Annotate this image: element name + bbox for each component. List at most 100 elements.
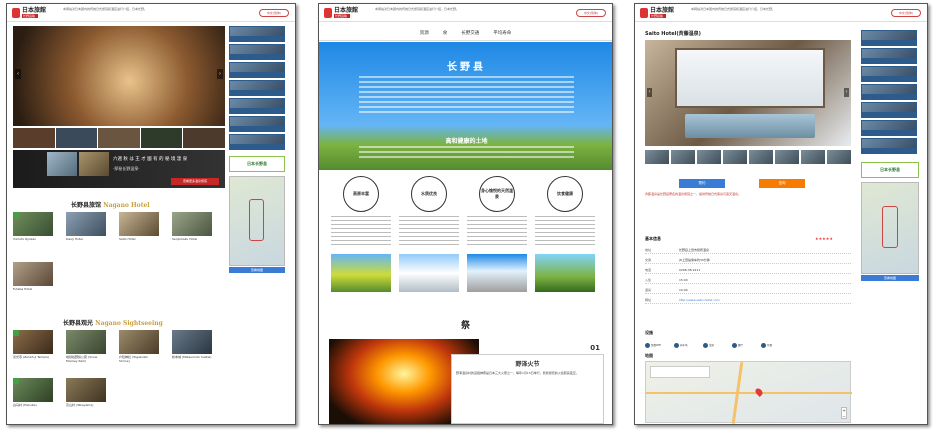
inquiry-button[interactable]: 咨询 <box>759 179 805 188</box>
sight-card[interactable]: 白马村 (Hakuba) <box>13 378 53 418</box>
hero-food-image[interactable] <box>13 26 225 126</box>
wifi-icon <box>645 342 650 348</box>
nav-item-transport[interactable]: 长野交通 <box>461 27 479 40</box>
no-smoking-icon <box>761 342 766 348</box>
rating-stars: ★★★★★ <box>815 236 833 241</box>
info-row: 退房 10:00 <box>645 286 851 294</box>
gallery-thumb[interactable] <box>645 150 669 164</box>
hotel-location-map[interactable]: + − <box>645 361 852 424</box>
feature-text <box>331 216 391 246</box>
gallery-next-icon[interactable]: › <box>844 88 849 97</box>
sidebar-item[interactable] <box>861 48 917 64</box>
hotel-title-cn: 长野县旅馆 <box>71 202 102 209</box>
hero-subtitle: 高和健康的土地 <box>445 138 488 145</box>
info-row: 电话 0268-38-2211 <box>645 266 851 274</box>
hero-thumb[interactable] <box>13 128 55 148</box>
nagano-banner[interactable]: 日本长野县 <box>861 162 919 178</box>
nagano-banner-label: 日本长野县 <box>880 167 900 172</box>
language-button[interactable]: 中文(简体) <box>259 9 289 17</box>
site-logo[interactable]: 日本旅館 长野县版 <box>324 6 368 20</box>
map-button[interactable]: 查看地图 <box>861 275 919 281</box>
sidebar-item[interactable] <box>229 80 285 96</box>
gallery-thumb[interactable] <box>723 150 747 164</box>
sight-card[interactable]: 善光寺 (Zenkō-ji Temple) <box>13 330 53 370</box>
language-button[interactable]: 中文(简体) <box>576 9 606 17</box>
site-logo[interactable]: 日本旅館 长野县版 <box>640 6 684 20</box>
brand-name: 日本旅館 <box>334 7 359 14</box>
feature-image[interactable] <box>467 254 527 292</box>
map-heading: 地图 <box>645 353 653 358</box>
sidebar-map[interactable] <box>229 176 285 266</box>
nagano-banner[interactable]: 日本长野县 <box>229 156 285 172</box>
feature-image[interactable] <box>331 254 391 292</box>
window-view <box>675 48 825 108</box>
gallery-thumb[interactable] <box>749 150 773 164</box>
feature-text <box>535 216 595 246</box>
sidebar-item[interactable] <box>229 98 285 114</box>
header-intro: 本网站对日本国内的传统日式旅馆和酒店进行介绍，日本长野。 <box>63 7 148 11</box>
onsen-banner[interactable]: 六週 秋 は 王 才 國 有 的 秘 境 溫 泉 ·探秘长野温泉· 查看更多温泉… <box>13 150 225 188</box>
feature-image[interactable] <box>535 254 595 292</box>
banner-more-button[interactable]: 查看更多温泉旅馆 <box>171 178 219 185</box>
hero-thumb[interactable] <box>55 128 98 148</box>
hotel-description: 斉藤温泉是长野县著名的温泉旅馆之一，提供传统日式客房与露天温泉。 <box>645 192 742 196</box>
slider-prev-icon[interactable]: ‹ <box>15 69 21 79</box>
sidebar-map[interactable] <box>861 182 919 274</box>
sidebar-item[interactable] <box>229 26 285 42</box>
feature-image[interactable] <box>399 254 459 292</box>
sidebar-item[interactable] <box>861 102 917 118</box>
info-row[interactable]: 网址 http://www.saito-hotel.com <box>645 296 851 304</box>
hotel-detail-panel: 日本旅館 长野县版 本网站对日本国内的传统日式旅馆和酒店进行介绍，日本长野。 中文… <box>634 3 928 425</box>
facility-nosmoking: 禁烟 <box>761 341 787 349</box>
brand-name: 日本旅館 <box>22 7 47 14</box>
sidebar-item[interactable] <box>229 134 285 150</box>
gallery-prev-icon[interactable]: ‹ <box>647 88 652 97</box>
sight-card[interactable]: 高山村 (Takayama) <box>66 378 106 418</box>
hotel-main-photo[interactable] <box>645 40 851 146</box>
feature-circle: 水质优良 <box>411 176 447 212</box>
sidebar-item[interactable] <box>861 30 917 46</box>
hotel-section-title: 长野县旅馆 Nagano Hotel <box>71 200 150 209</box>
hotel-card[interactable]: Futaba Hotel <box>13 262 53 302</box>
sidebar-item[interactable] <box>861 84 917 100</box>
feature-text <box>467 216 527 246</box>
sidebar-item[interactable] <box>861 120 917 136</box>
sidebar-item[interactable] <box>861 66 917 82</box>
gallery-thumb[interactable] <box>775 150 799 164</box>
parking-icon <box>674 342 679 348</box>
sidebar-item[interactable] <box>229 116 285 132</box>
event-card: 野泽火节 野泽温泉村的道祖神祭是日本三大火祭之一，每年1月15日举行，熊熊燃烧的… <box>451 354 604 424</box>
sidebar-item[interactable] <box>861 138 917 154</box>
gallery-thumb[interactable] <box>801 150 825 164</box>
nav-item-food[interactable]: 食 <box>443 27 448 40</box>
event-number: 01 <box>590 344 600 352</box>
site-logo[interactable]: 日本旅館 长野县版 <box>12 6 56 20</box>
hotel-card[interactable]: Kisoji Hotel <box>66 212 106 252</box>
sight-card[interactable]: 地狱谷野猿公苑 (Snow Monkey Park) <box>66 330 106 370</box>
gallery-thumb[interactable] <box>827 150 851 164</box>
gallery-thumb[interactable] <box>697 150 721 164</box>
logo-mark-icon <box>640 8 648 18</box>
hotel-card[interactable]: Senjinkaku Hotel <box>172 212 212 252</box>
hotel-card[interactable]: Saito Hotel <box>119 212 159 252</box>
sidebar-item[interactable] <box>229 44 285 60</box>
banner-photo <box>47 152 77 176</box>
sight-card[interactable]: 户隐神社 (Togakushi Shrine) <box>119 330 159 370</box>
reserve-button[interactable]: 预约 <box>679 179 725 188</box>
hero-thumb[interactable] <box>98 128 140 148</box>
map-pin-icon[interactable] <box>754 387 764 397</box>
sight-title-en: Nagano Sightseeing <box>95 320 163 327</box>
event-description: 野泽温泉村的道祖神祭是日本三大火祭之一，每年1月15日举行，熊熊燃烧的火焰照亮夜… <box>456 371 579 375</box>
nav-item-lifespan[interactable]: 平均寿命 <box>493 27 511 40</box>
gallery-thumb[interactable] <box>671 150 695 164</box>
hotel-card[interactable]: Yumoto Ryokan <box>13 212 53 252</box>
map-zoom-icon[interactable]: + − <box>841 407 847 419</box>
language-button[interactable]: 中文(简体) <box>891 9 921 17</box>
nav-item-resources[interactable]: 资源 <box>420 27 429 40</box>
hero-thumb[interactable] <box>183 128 225 148</box>
sidebar-item[interactable] <box>229 62 285 78</box>
slider-next-icon[interactable]: › <box>217 69 223 79</box>
map-button[interactable]: 查看地图 <box>229 267 285 273</box>
sight-card[interactable]: 松本城 (Matsumoto Castle) <box>172 330 212 370</box>
hero-thumb[interactable] <box>140 128 183 148</box>
